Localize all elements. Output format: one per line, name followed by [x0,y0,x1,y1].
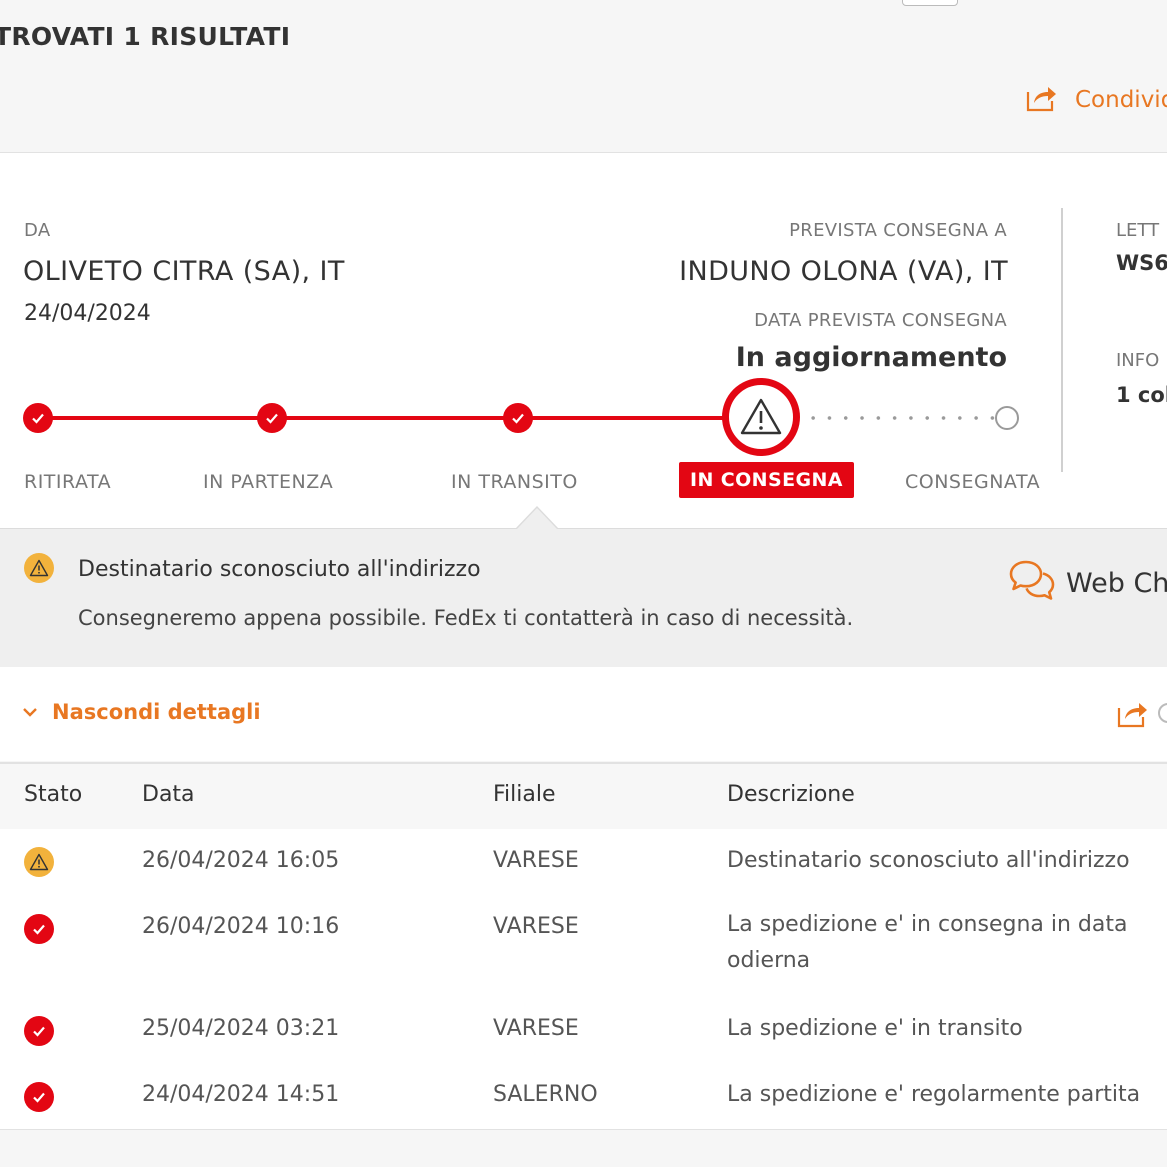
row-1-branch: VARESE [493,848,579,873]
col-header-descrizione: Descrizione [727,782,855,807]
info-value: 1 col [1116,383,1167,407]
expected-delivery-value: In aggiornamento [735,342,1007,373]
waybill-label: LETT [1116,220,1160,241]
row-4-description: La spedizione e' regolarmente partita [727,1082,1141,1107]
page-bottom [0,1130,1167,1167]
notice-body: Consegneremo appena possibile. FedEx ti … [78,606,854,630]
hide-details-toggle[interactable]: Nascondi dettagli [22,700,261,724]
row-2-description: La spedizione e' in consegna in data odi… [727,912,1128,973]
col-header-data: Data [142,782,195,807]
web-chat-label: Web Ch [1066,567,1167,599]
row-1-warning-icon [24,847,54,877]
step-in-consegna-warning-triangle-icon [722,378,800,456]
step-label-in-consegna: IN CONSEGNA [679,462,854,498]
row-2-check-icon [24,914,54,944]
from-label: DA [24,220,51,241]
ship-date: 24/04/2024 [24,301,151,326]
step-label-in-partenza: IN PARTENZA [203,471,334,493]
to-label: PREVISTA CONSEGNA A [789,220,1007,241]
row-3-check-icon [24,1016,54,1046]
row-1-date: 26/04/2024 16:05 [142,848,340,873]
step-ritirata-check-icon [23,403,53,433]
progress-line-pending [805,416,995,420]
notice-warning-icon [24,553,54,583]
step-label-in-transito: IN TRANSITO [451,471,578,493]
notice-title: Destinatario sconosciuto all'indirizzo [78,557,481,582]
notice-pointer [517,508,557,529]
step-in-transito-check-icon [503,403,533,433]
share-button[interactable]: Condivid [1025,84,1167,116]
expected-delivery-label: DATA PREVISTA CONSEGNA [754,310,1007,331]
info-label: INFO [1116,350,1160,371]
row-3-description: La spedizione e' in transito [727,1016,1023,1041]
step-in-partenza-check-icon [257,403,287,433]
row-3-date: 25/04/2024 03:21 [142,1016,340,1041]
card-divider [1061,208,1063,472]
chat-bubbles-icon [1008,558,1056,608]
share-icon [1025,84,1057,116]
col-header-filiale: Filiale [493,782,556,807]
waybill-value: WS6 [1116,251,1167,275]
row-4-branch: SALERNO [493,1082,598,1107]
row-3-branch: VARESE [493,1016,579,1041]
col-header-stato: Stato [24,782,83,807]
hide-details-label: Nascondi dettagli [52,700,261,724]
step-label-consegnata: CONSEGNATA [905,471,1041,493]
chevron-down-icon [22,703,38,722]
results-title: TROVATI 1 RISULTATI [0,22,291,51]
top-tab-edge [902,0,958,6]
step-consegnata-pending-icon [995,406,1019,430]
progress-line-completed [38,416,730,420]
row-2-date: 26/04/2024 10:16 [142,914,340,939]
step-label-ritirata: RITIRATA [24,471,112,493]
web-chat-button[interactable]: Web Ch [1008,558,1167,608]
from-place: OLIVETO CITRA (SA), IT [23,256,345,287]
row-4-date: 24/04/2024 14:51 [142,1082,340,1107]
details-share-icon[interactable] [1116,700,1148,732]
row-4-check-icon [24,1082,54,1112]
status-notice [0,528,1167,668]
row-2-branch: VARESE [493,914,579,939]
share-label: Condivid [1075,87,1167,113]
to-place: INDUNO OLONA (VA), IT [679,256,1008,287]
row-1-description: Destinatario sconosciuto all'indirizzo [727,848,1130,873]
